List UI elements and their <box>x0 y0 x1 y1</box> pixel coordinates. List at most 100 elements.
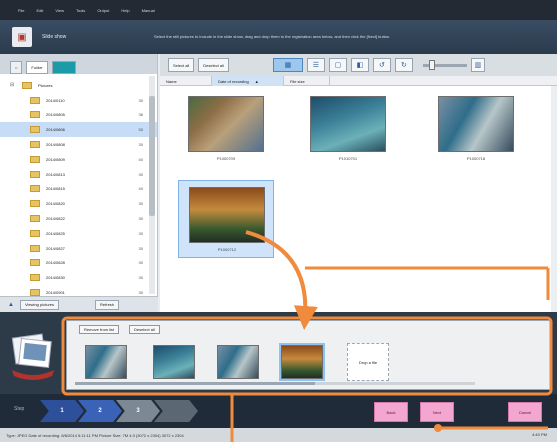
tree-row[interactable]: ⊟ Pictures <box>0 78 157 93</box>
grid-size-icon[interactable]: ▥ <box>470 58 485 72</box>
thumbnail-item[interactable]: P1000709 <box>178 90 274 168</box>
zoom-slider[interactable] <box>422 59 467 70</box>
tree-count: 30 <box>138 245 143 251</box>
photo-thumbnail[interactable] <box>189 187 265 243</box>
folder-panel-footer: ▲ Viewing pictures Refresh <box>0 296 158 312</box>
folder-tree-scrollbar[interactable] <box>149 76 155 294</box>
status-bar: Type: JPEG Date of recording: 8/6/2014 5… <box>0 428 557 442</box>
menu-view[interactable]: View <box>55 8 64 13</box>
library-icon: ⌂ <box>15 65 18 70</box>
slideshow-album-icon <box>11 333 54 380</box>
rotate-left-icon[interactable]: ↺ <box>372 58 391 72</box>
tab-device[interactable] <box>51 61 76 74</box>
slideshow-mode-icon: ▣ <box>12 27 32 47</box>
thumbnail-item[interactable]: P1010701 <box>300 90 396 168</box>
folder-icon <box>30 155 40 163</box>
thumbnail-filename: P1000718 <box>466 156 486 161</box>
tree-row[interactable]: 2014/0827 30 <box>0 241 157 256</box>
tree-row[interactable]: 2014/0808 30 <box>0 137 157 152</box>
detail-view-icon[interactable]: ☰ <box>306 58 325 72</box>
tree-row[interactable]: 2014/0809 40 <box>0 152 157 167</box>
menu-tools[interactable]: Tools <box>76 8 85 13</box>
registered-photo[interactable] <box>217 345 259 379</box>
tree-row[interactable]: 2014/0820 30 <box>0 196 157 211</box>
registration-scrollbar[interactable] <box>75 382 475 385</box>
sort-file-size[interactable]: File size <box>284 76 330 86</box>
sort-name[interactable]: Name <box>160 76 212 86</box>
thumbnail-grid: P1000709 P1010701 P1000718 P1000712 <box>160 86 557 312</box>
tree-label: 2014/0805 <box>46 112 65 118</box>
registered-photo[interactable] <box>153 345 195 379</box>
strip-deselect-all-button[interactable]: Deselect all <box>129 325 160 334</box>
instructions-text: Select the still pictures to include in … <box>154 34 391 39</box>
tree-row[interactable]: 2014/0805 36 <box>0 108 157 123</box>
menu-output[interactable]: Output <box>97 8 109 13</box>
tree-count: 36 <box>138 112 143 118</box>
scrollbar-thumb[interactable] <box>75 382 315 385</box>
menu-file[interactable]: File <box>18 8 24 13</box>
registration-buttons: Remove from list Deselect all <box>79 325 160 334</box>
folder-panel: ⌂ Folder ⊟ Pictures 2014/0110 30 2014/08… <box>0 54 158 312</box>
sort-date-label: Date of recording <box>218 78 249 84</box>
compare-view-icon[interactable]: ◧ <box>350 58 369 72</box>
tree-count: 30 <box>138 230 143 236</box>
back-button[interactable]: Back <box>374 402 408 422</box>
rotate-right-icon[interactable]: ↻ <box>394 58 413 72</box>
tree-row[interactable]: 2014/0828 30 <box>0 256 157 271</box>
tree-row[interactable]: 2014/0815 40 <box>0 182 157 197</box>
collapse-icon[interactable]: ⊟ <box>10 82 14 88</box>
refresh-button[interactable]: Refresh <box>95 299 120 310</box>
photo-thumbnail[interactable] <box>438 96 514 152</box>
tree-row[interactable]: 2014/0830 30 <box>0 270 157 285</box>
tab-folder[interactable]: Folder <box>26 61 48 74</box>
tree-label: 2014/0827 <box>46 245 65 251</box>
tree-label: 2014/0830 <box>46 275 65 281</box>
menu-edit[interactable]: Edit <box>36 8 43 13</box>
select-all-button[interactable]: Select all <box>168 58 195 72</box>
thumbnail-view-icon[interactable]: ▦ <box>272 58 303 72</box>
registered-photo-selected[interactable] <box>279 343 325 381</box>
grid-scrollbar[interactable] <box>551 86 557 312</box>
folder-icon <box>22 81 32 89</box>
tree-row[interactable]: 2014/0822 30 <box>0 211 157 226</box>
next-button[interactable]: Next <box>420 402 454 422</box>
folder-icon <box>30 185 40 193</box>
folder-icon <box>30 200 40 208</box>
viewing-pictures-button[interactable]: Viewing pictures <box>19 299 60 310</box>
tree-row[interactable]: 2014/0813 30 <box>0 167 157 182</box>
registration-list[interactable]: Remove from list Deselect all Drop a fil… <box>66 320 551 390</box>
thumbnail-item-selected[interactable]: P1000712 <box>178 180 274 258</box>
menu-bar: File Edit View Tools Output Help Manual <box>0 0 557 20</box>
tab-folder-label: Folder <box>31 65 43 70</box>
single-view-icon[interactable]: ▢ <box>328 58 347 72</box>
tree-row[interactable]: 2014/0110 30 <box>0 93 157 108</box>
photo-thumbnail[interactable] <box>188 96 264 152</box>
tree-row[interactable]: 2014/0825 30 <box>0 226 157 241</box>
tree-label: 2014/0813 <box>46 171 65 177</box>
menu-help[interactable]: Help <box>121 8 129 13</box>
tab-library[interactable]: ⌂ <box>10 61 23 74</box>
mode-header: ▣ Slide show Select the still pictures t… <box>0 20 557 54</box>
tree-count: 30 <box>138 97 143 103</box>
registered-photo[interactable] <box>85 345 127 379</box>
status-text: Type: JPEG Date of recording: 8/6/2014 5… <box>6 432 184 438</box>
sort-date[interactable]: Date of recording ▲ <box>212 76 284 86</box>
thumbnail-item[interactable]: P1000718 <box>428 90 524 168</box>
zoom-slider-thumb[interactable] <box>428 59 435 70</box>
remove-from-list-button[interactable]: Remove from list <box>79 325 120 334</box>
tree-count: 40 <box>138 186 143 192</box>
tree-count: 30 <box>138 171 143 177</box>
folder-icon <box>30 111 40 119</box>
scrollbar-thumb[interactable] <box>149 96 155 216</box>
menu-manual[interactable]: Manual <box>142 8 155 13</box>
tree-count: 30 <box>138 260 143 266</box>
tree-label: Pictures <box>38 82 53 88</box>
step-bar: Step 1 2 3 Back Next Cancel <box>0 394 557 428</box>
photo-thumbnail[interactable] <box>310 96 386 152</box>
drop-file-target[interactable]: Drop a file <box>347 343 389 381</box>
tree-count: 40 <box>138 156 143 162</box>
deselect-all-button[interactable]: Deselect all <box>198 58 229 72</box>
cancel-button[interactable]: Cancel <box>508 402 542 422</box>
thumbnail-filename: P1010701 <box>338 156 358 161</box>
tree-row-selected[interactable]: 2014/0806 55 <box>0 122 157 138</box>
